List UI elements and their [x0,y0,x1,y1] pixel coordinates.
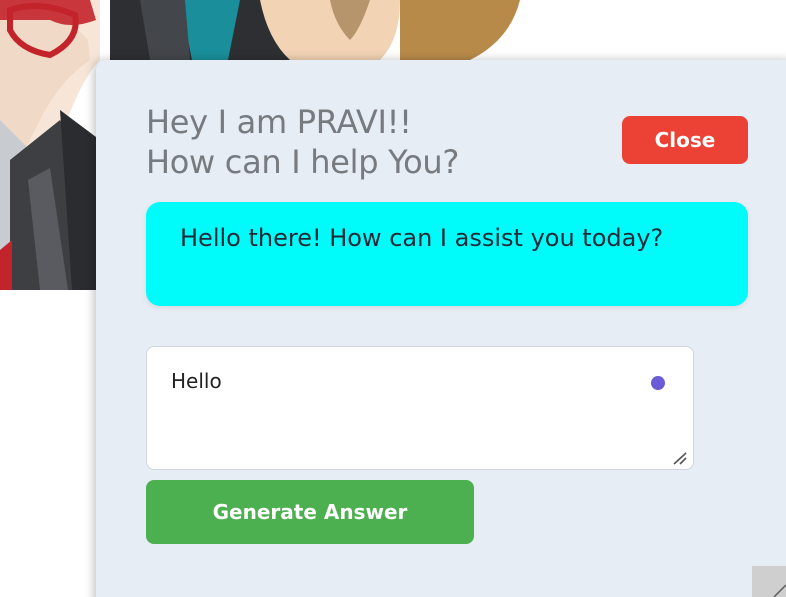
greeting-line-1: Hey I am PRAVI!! [146,103,412,141]
resize-grip-icon[interactable] [671,451,687,465]
page-stage: Hey I am PRAVI!! How can I help You? Clo… [0,0,786,597]
chat-greeting-title: Hey I am PRAVI!! How can I help You? [146,102,586,182]
greeting-line-2: How can I help You? [146,143,460,181]
generate-answer-button[interactable]: Generate Answer [146,480,474,544]
chat-panel: Hey I am PRAVI!! How can I help You? Clo… [96,60,786,597]
bot-message-text: Hello there! How can I assist you today? [180,224,664,252]
question-textarea[interactable]: Hello [146,346,694,470]
panel-resize-grip-icon[interactable] [752,566,786,597]
panel-resize-grip-glyph [773,584,786,597]
close-button[interactable]: Close [622,116,748,164]
extension-dot-icon[interactable] [651,376,665,390]
question-textarea-value: Hello [171,369,222,393]
bot-message-bubble: Hello there! How can I assist you today? [146,202,748,306]
